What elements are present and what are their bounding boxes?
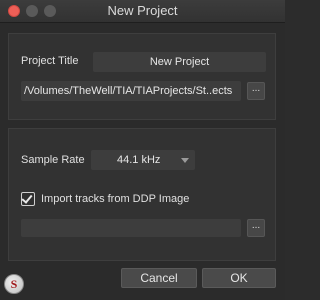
ddp-image-path-field[interactable] bbox=[21, 219, 241, 237]
checkmark-icon bbox=[21, 192, 33, 204]
project-path-field[interactable]: /Volumes/TheWell/TIA/TIAProjects/St..ect… bbox=[21, 81, 241, 101]
import-ddp-checkbox[interactable] bbox=[21, 192, 35, 206]
window-title: New Project bbox=[107, 3, 178, 18]
sample-rate-label: Sample Rate bbox=[21, 154, 85, 166]
ddp-image-browse-button[interactable]: ... bbox=[247, 219, 265, 237]
settings-panel: Sample Rate 44.1 kHz Import tracks from … bbox=[8, 128, 276, 261]
import-ddp-label: Import tracks from DDP Image bbox=[41, 193, 190, 205]
sample-rate-select[interactable]: 44.1 kHz bbox=[91, 150, 195, 170]
chevron-down-icon bbox=[181, 158, 189, 163]
new-project-dialog: New Project Project Title New Project /V… bbox=[0, 0, 285, 300]
cancel-button[interactable]: Cancel bbox=[121, 268, 197, 288]
project-path-browse-button[interactable]: ... bbox=[247, 82, 265, 100]
project-panel: Project Title New Project /Volumes/TheWe… bbox=[8, 33, 276, 120]
watermark-logo-letter: S bbox=[10, 277, 18, 291]
watermark-logo: S bbox=[4, 274, 24, 294]
sample-rate-value: 44.1 kHz bbox=[117, 154, 161, 166]
ok-button[interactable]: OK bbox=[202, 268, 276, 288]
title-bar: New Project bbox=[0, 0, 285, 23]
project-title-label: Project Title bbox=[21, 55, 79, 67]
project-title-field[interactable]: New Project bbox=[93, 52, 266, 72]
